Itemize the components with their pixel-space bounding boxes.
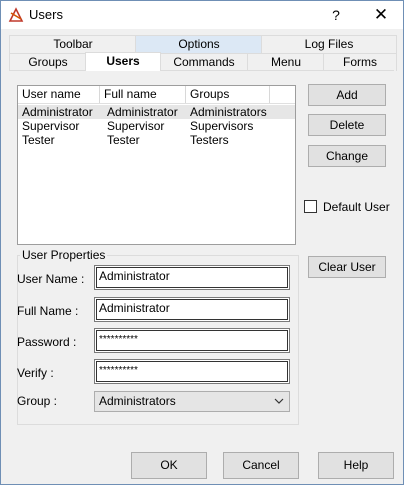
tab-groups[interactable]: Groups xyxy=(9,53,87,71)
full-name-label: Full Name : xyxy=(17,304,79,318)
users-tab-panel: User name Full name Groups Administrator… xyxy=(10,70,394,445)
cell-groups: Testers xyxy=(190,133,229,147)
verify-field[interactable]: ********** xyxy=(94,359,290,384)
user-name-label: User Name : xyxy=(17,272,85,286)
verify-label: Verify : xyxy=(17,366,54,380)
cell-groups: Supervisors xyxy=(190,119,254,133)
tab-commands[interactable]: Commands xyxy=(159,53,249,71)
chevron-down-icon[interactable] xyxy=(274,392,284,418)
window-title: Users xyxy=(29,7,63,22)
group-label: Group : xyxy=(17,394,58,408)
tab-users[interactable]: Users xyxy=(85,52,161,71)
cell-full-name: Supervisor xyxy=(107,119,165,133)
cell-groups: Administrators xyxy=(190,105,267,119)
tab-log-files[interactable]: Log Files xyxy=(261,35,397,53)
column-header-groups[interactable]: Groups xyxy=(186,86,270,103)
tab-menu[interactable]: Menu xyxy=(247,53,325,71)
group-select[interactable]: Administrators xyxy=(94,391,290,412)
add-button[interactable]: Add xyxy=(308,84,386,106)
cell-user-name: Supervisor xyxy=(22,119,80,133)
password-label: Password : xyxy=(17,335,77,349)
delete-button[interactable]: Delete xyxy=(308,114,386,136)
cell-full-name: Tester xyxy=(107,133,140,147)
close-icon[interactable]: ✕ xyxy=(359,1,403,29)
default-user-label: Default User xyxy=(323,200,390,214)
full-name-field[interactable]: Administrator xyxy=(94,297,290,322)
cell-full-name: Administrator xyxy=(107,105,178,119)
help-button[interactable]: Help xyxy=(318,452,394,479)
table-row[interactable]: Tester Tester Testers xyxy=(18,133,295,147)
list-header: User name Full name Groups xyxy=(18,86,295,104)
help-icon[interactable]: ? xyxy=(314,1,358,29)
cell-user-name: Tester xyxy=(22,133,55,147)
title-bar: Users ? ✕ xyxy=(1,1,403,29)
default-user-checkbox[interactable] xyxy=(304,200,317,213)
table-row[interactable]: Administrator Administrator Administrato… xyxy=(18,105,295,119)
cell-user-name: Administrator xyxy=(22,105,93,119)
app-logo-icon xyxy=(8,7,24,22)
group-select-value: Administrators xyxy=(99,394,176,408)
password-field[interactable]: ********** xyxy=(94,328,290,353)
change-button[interactable]: Change xyxy=(308,145,386,167)
users-dialog: Users ? ✕ Toolbar Options Log Files Grou… xyxy=(0,0,404,485)
tab-forms[interactable]: Forms xyxy=(323,53,397,71)
column-header-full-name[interactable]: Full name xyxy=(100,86,186,103)
ok-button[interactable]: OK xyxy=(131,452,207,479)
tab-toolbar[interactable]: Toolbar xyxy=(9,35,137,53)
users-list[interactable]: User name Full name Groups Administrator… xyxy=(17,85,296,245)
user-properties-title: User Properties xyxy=(20,248,108,262)
user-name-field[interactable]: Administrator xyxy=(94,265,290,290)
cancel-button[interactable]: Cancel xyxy=(223,452,299,479)
table-row[interactable]: Supervisor Supervisor Supervisors xyxy=(18,119,295,133)
column-header-user-name[interactable]: User name xyxy=(18,86,100,103)
clear-user-button[interactable]: Clear User xyxy=(308,256,386,278)
tab-options[interactable]: Options xyxy=(135,35,263,53)
